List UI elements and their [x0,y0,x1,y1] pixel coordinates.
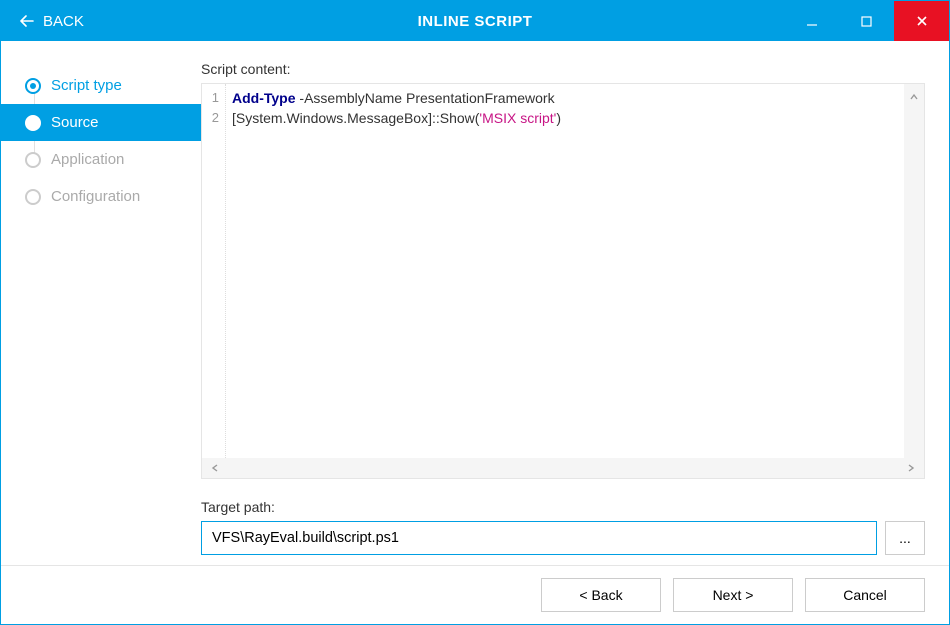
wizard-steps: Script type Source Application Configura… [1,41,201,565]
horizontal-scrollbar[interactable] [202,458,924,478]
browse-button[interactable]: ... [885,521,925,555]
back-button[interactable]: BACK [1,1,102,41]
window-controls [784,1,949,41]
script-editor[interactable]: 1 2 Add-Type -AssemblyName PresentationF… [201,83,925,479]
step-indicator-icon [25,189,41,205]
step-label: Script type [51,77,122,94]
step-source[interactable]: Source [1,104,201,141]
cancel-button[interactable]: Cancel [805,578,925,612]
step-indicator-icon [25,152,41,168]
step-application[interactable]: Application [1,141,201,178]
step-label: Source [51,114,99,131]
chevron-right-icon [906,461,916,476]
dialog-footer: < Back Next > Cancel [1,565,949,624]
step-label: Application [51,151,124,168]
dialog-title: INLINE SCRIPT [418,13,533,30]
titlebar: BACK INLINE SCRIPT [1,1,949,41]
back-label: BACK [43,13,84,30]
minimize-icon [806,15,818,27]
target-path-input[interactable] [201,521,877,555]
vertical-scrollbar[interactable] [904,84,924,458]
step-indicator-icon [25,78,41,94]
step-configuration[interactable]: Configuration [1,178,201,215]
arrow-left-icon [19,13,35,29]
minimize-button[interactable] [784,1,839,41]
step-script-type[interactable]: Script type [1,67,201,104]
step-label: Configuration [51,188,140,205]
line-gutter: 1 2 [202,84,226,458]
back-nav-button[interactable]: < Back [541,578,661,612]
close-button[interactable] [894,1,949,41]
close-icon [916,15,928,27]
next-nav-button[interactable]: Next > [673,578,793,612]
maximize-icon [861,16,872,27]
chevron-left-icon [210,461,220,476]
step-indicator-icon [25,115,41,131]
inline-script-dialog: BACK INLINE SCRIPT Script type Source [0,0,950,625]
script-content-label: Script content: [201,61,925,77]
maximize-button[interactable] [839,1,894,41]
chevron-up-icon [909,90,919,105]
target-path-label: Target path: [201,499,925,515]
code-area[interactable]: Add-Type -AssemblyName PresentationFrame… [226,84,904,458]
